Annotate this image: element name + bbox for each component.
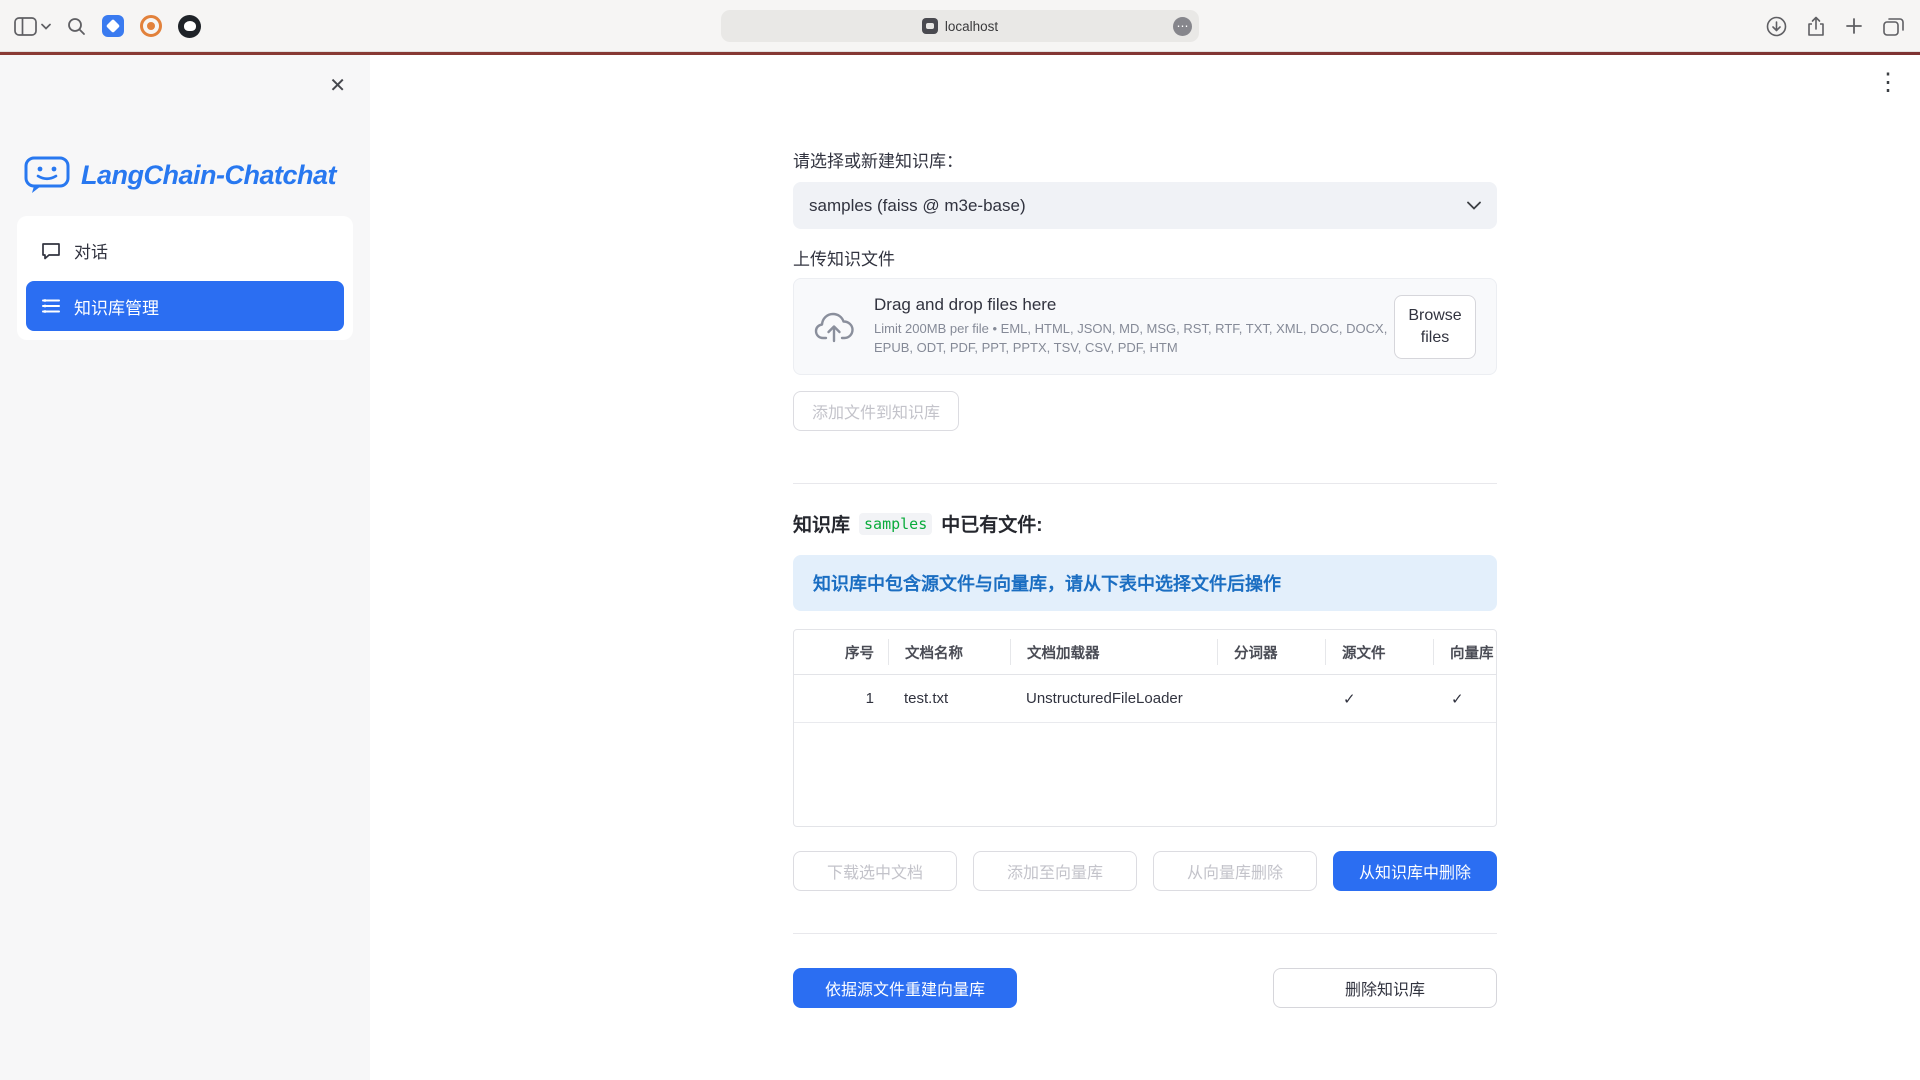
files-table: 序号 文档名称 文档加载器 分词器 源文件 向量库 1 test.txt Uns… [793, 629, 1497, 827]
page-settings-icon[interactable]: ⋯ [1173, 17, 1192, 36]
kb-footer-actions: 依据源文件重建向量库 删除知识库 [793, 968, 1497, 1008]
sidebar-item-kb-management[interactable]: 知识库管理 [26, 281, 344, 331]
col-header-source: 源文件 [1325, 639, 1433, 665]
cell-name: test.txt [888, 690, 1010, 707]
file-dropzone[interactable]: Drag and drop files here Limit 200MB per… [793, 278, 1497, 375]
cloud-upload-icon [814, 311, 856, 343]
sidebar-item-label: 对话 [74, 238, 108, 263]
delete-kb-button[interactable]: 删除知识库 [1273, 968, 1497, 1008]
search-icon[interactable] [67, 17, 86, 36]
share-icon[interactable] [1807, 16, 1825, 37]
site-favicon [922, 18, 938, 34]
browser-toolbar: localhost ⋯ [0, 0, 1920, 52]
github-extension-icon[interactable] [178, 15, 201, 38]
kb-select-label: 请选择或新建知识库： [793, 147, 1497, 172]
col-header-splitter: 分词器 [1217, 639, 1325, 665]
app-page: ⋮ ✕ LangChain-Chatchat 对话 [0, 55, 1920, 1080]
kb-heading-suffix: 中已有文件: [941, 510, 1042, 537]
table-row[interactable]: 1 test.txt UnstructuredFileLoader ✓ ✓ [794, 675, 1496, 723]
files-table-header: 序号 文档名称 文档加载器 分词器 源文件 向量库 [794, 630, 1496, 675]
extension-app-orange-icon[interactable] [140, 15, 162, 37]
sidebar-nav: 对话 知识库管理 [17, 216, 353, 340]
url-text: localhost [945, 19, 998, 34]
cell-loader: UnstructuredFileLoader [1010, 690, 1217, 707]
kb-select-value: samples (faiss @ m3e-base) [809, 196, 1026, 216]
extension-app-blue-icon[interactable] [102, 15, 124, 37]
dropzone-title: Drag and drop files here [874, 295, 1394, 315]
kb-heading-prefix: 知识库 [793, 510, 850, 537]
cell-source-check: ✓ [1325, 690, 1433, 708]
app-logo: LangChain-Chatchat [24, 155, 354, 195]
rebuild-vector-store-button[interactable]: 依据源文件重建向量库 [793, 968, 1017, 1008]
info-banner: 知识库中包含源文件与向量库，请从下表中选择文件后操作 [793, 555, 1497, 611]
cell-index: 1 [794, 690, 888, 707]
delete-from-kb-button[interactable]: 从知识库中删除 [1333, 851, 1497, 891]
sidebar: ✕ LangChain-Chatchat 对话 [0, 55, 370, 1080]
logo-chat-icon [24, 155, 70, 195]
chevron-down-icon [1467, 201, 1481, 210]
add-files-to-kb-button[interactable]: 添加文件到知识库 [793, 391, 959, 431]
knowledge-base-icon [41, 297, 61, 315]
col-header-loader: 文档加载器 [1010, 639, 1217, 665]
add-to-vector-button[interactable]: 添加至向量库 [973, 851, 1137, 891]
dropzone-limits: Limit 200MB per file • EML, HTML, JSON, … [874, 320, 1394, 358]
sidebar-item-dialogue[interactable]: 对话 [26, 225, 344, 275]
kb-select[interactable]: samples (faiss @ m3e-base) [793, 182, 1497, 229]
logo-text: LangChain-Chatchat [81, 160, 336, 191]
sidebar-item-label: 知识库管理 [74, 294, 159, 319]
downloads-icon[interactable] [1766, 16, 1787, 37]
tab-overview-icon[interactable] [1883, 17, 1904, 36]
col-header-index: 序号 [794, 639, 888, 665]
cell-vector-check: ✓ [1433, 690, 1496, 708]
address-bar[interactable]: localhost ⋯ [721, 10, 1199, 42]
kb-name-code: samples [859, 513, 932, 535]
file-actions: 下载选中文档 添加至向量库 从向量库删除 从知识库中删除 [793, 851, 1497, 891]
kb-files-heading: 知识库 samples 中已有文件: [793, 510, 1497, 537]
divider [793, 933, 1497, 934]
col-header-name: 文档名称 [888, 639, 1010, 665]
col-header-vector: 向量库 [1433, 639, 1496, 665]
main-content: 请选择或新建知识库： samples (faiss @ m3e-base) 上传… [370, 55, 1920, 1080]
screen: localhost ⋯ ⋮ ✕ [0, 0, 1920, 1080]
browse-files-button[interactable]: Browse files [1394, 295, 1476, 359]
remove-from-vector-button[interactable]: 从向量库删除 [1153, 851, 1317, 891]
upload-label: 上传知识文件 [793, 245, 1497, 270]
chat-bubble-icon [41, 241, 61, 260]
sidebar-toggle-icon[interactable] [14, 17, 51, 36]
download-selected-button[interactable]: 下载选中文档 [793, 851, 957, 891]
new-tab-icon[interactable] [1845, 17, 1863, 35]
sidebar-close-icon[interactable]: ✕ [325, 69, 350, 102]
chevron-down-icon [41, 23, 51, 30]
divider [793, 483, 1497, 484]
